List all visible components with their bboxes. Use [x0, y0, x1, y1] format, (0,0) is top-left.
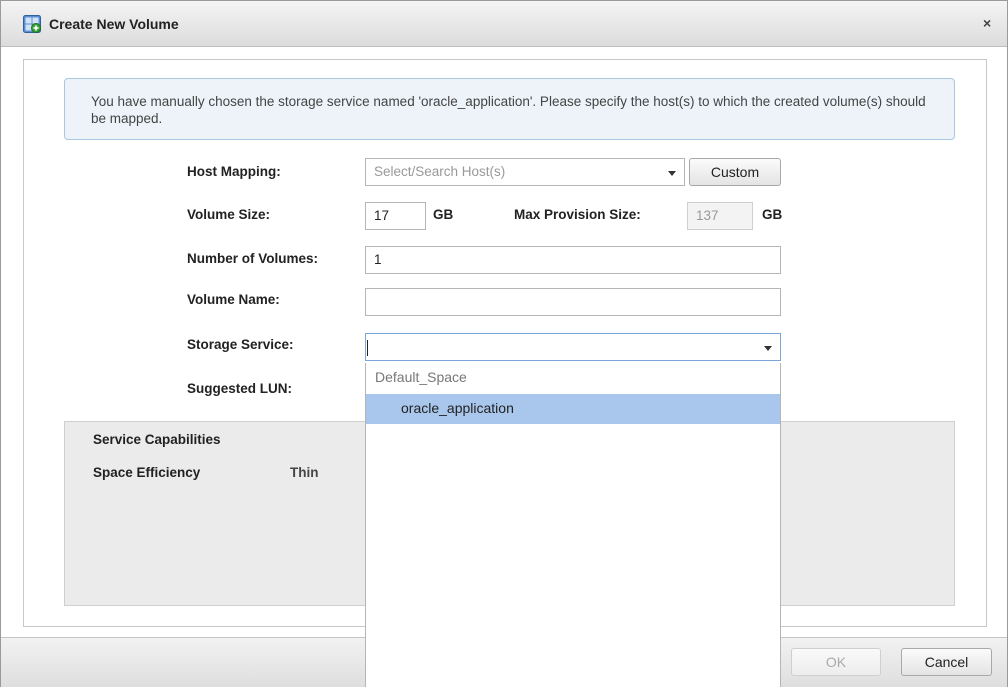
- volume-name-label: Volume Name:: [187, 292, 280, 307]
- cancel-button[interactable]: Cancel: [901, 648, 992, 676]
- close-button[interactable]: ×: [983, 15, 991, 31]
- create-volume-dialog: Create New Volume × You have manually ch…: [0, 0, 1008, 687]
- ok-button[interactable]: OK: [791, 648, 881, 676]
- info-message: You have manually chosen the storage ser…: [91, 94, 926, 126]
- number-of-volumes-input[interactable]: 1: [365, 246, 781, 274]
- create-volume-icon: [23, 15, 41, 33]
- text-cursor: [367, 340, 368, 356]
- suggested-lun-label: Suggested LUN:: [187, 381, 293, 396]
- volume-size-label: Volume Size:: [187, 207, 271, 222]
- storage-service-select[interactable]: [365, 333, 781, 361]
- max-provision-size-input: 137: [687, 202, 753, 230]
- space-efficiency-value: Thin: [290, 465, 319, 480]
- service-capabilities-title: Service Capabilities: [93, 432, 221, 447]
- chevron-down-icon: [764, 346, 772, 351]
- info-message-box: You have manually chosen the storage ser…: [64, 78, 955, 140]
- dialog-titlebar[interactable]: Create New Volume ×: [1, 1, 1007, 47]
- dropdown-group-default-space: Default_Space: [375, 369, 467, 385]
- chevron-down-icon: [668, 171, 676, 176]
- volume-size-input[interactable]: 17: [365, 202, 426, 230]
- storage-service-dropdown[interactable]: Default_Space oracle_application: [365, 363, 781, 687]
- volume-name-input[interactable]: [365, 288, 781, 316]
- storage-service-label: Storage Service:: [187, 337, 294, 352]
- dropdown-option-oracle-application[interactable]: oracle_application: [366, 394, 780, 424]
- host-mapping-label: Host Mapping:: [187, 164, 281, 179]
- space-efficiency-label: Space Efficiency: [93, 465, 201, 480]
- host-mapping-placeholder: Select/Search Host(s): [374, 164, 506, 179]
- custom-button[interactable]: Custom: [689, 158, 781, 186]
- max-provision-size-label: Max Provision Size:: [514, 207, 641, 222]
- dialog-title: Create New Volume: [49, 16, 179, 32]
- number-of-volumes-label: Number of Volumes:: [187, 251, 319, 266]
- host-mapping-select[interactable]: Select/Search Host(s): [365, 158, 685, 186]
- volume-size-unit: GB: [433, 207, 454, 222]
- max-provision-size-unit: GB: [762, 207, 783, 222]
